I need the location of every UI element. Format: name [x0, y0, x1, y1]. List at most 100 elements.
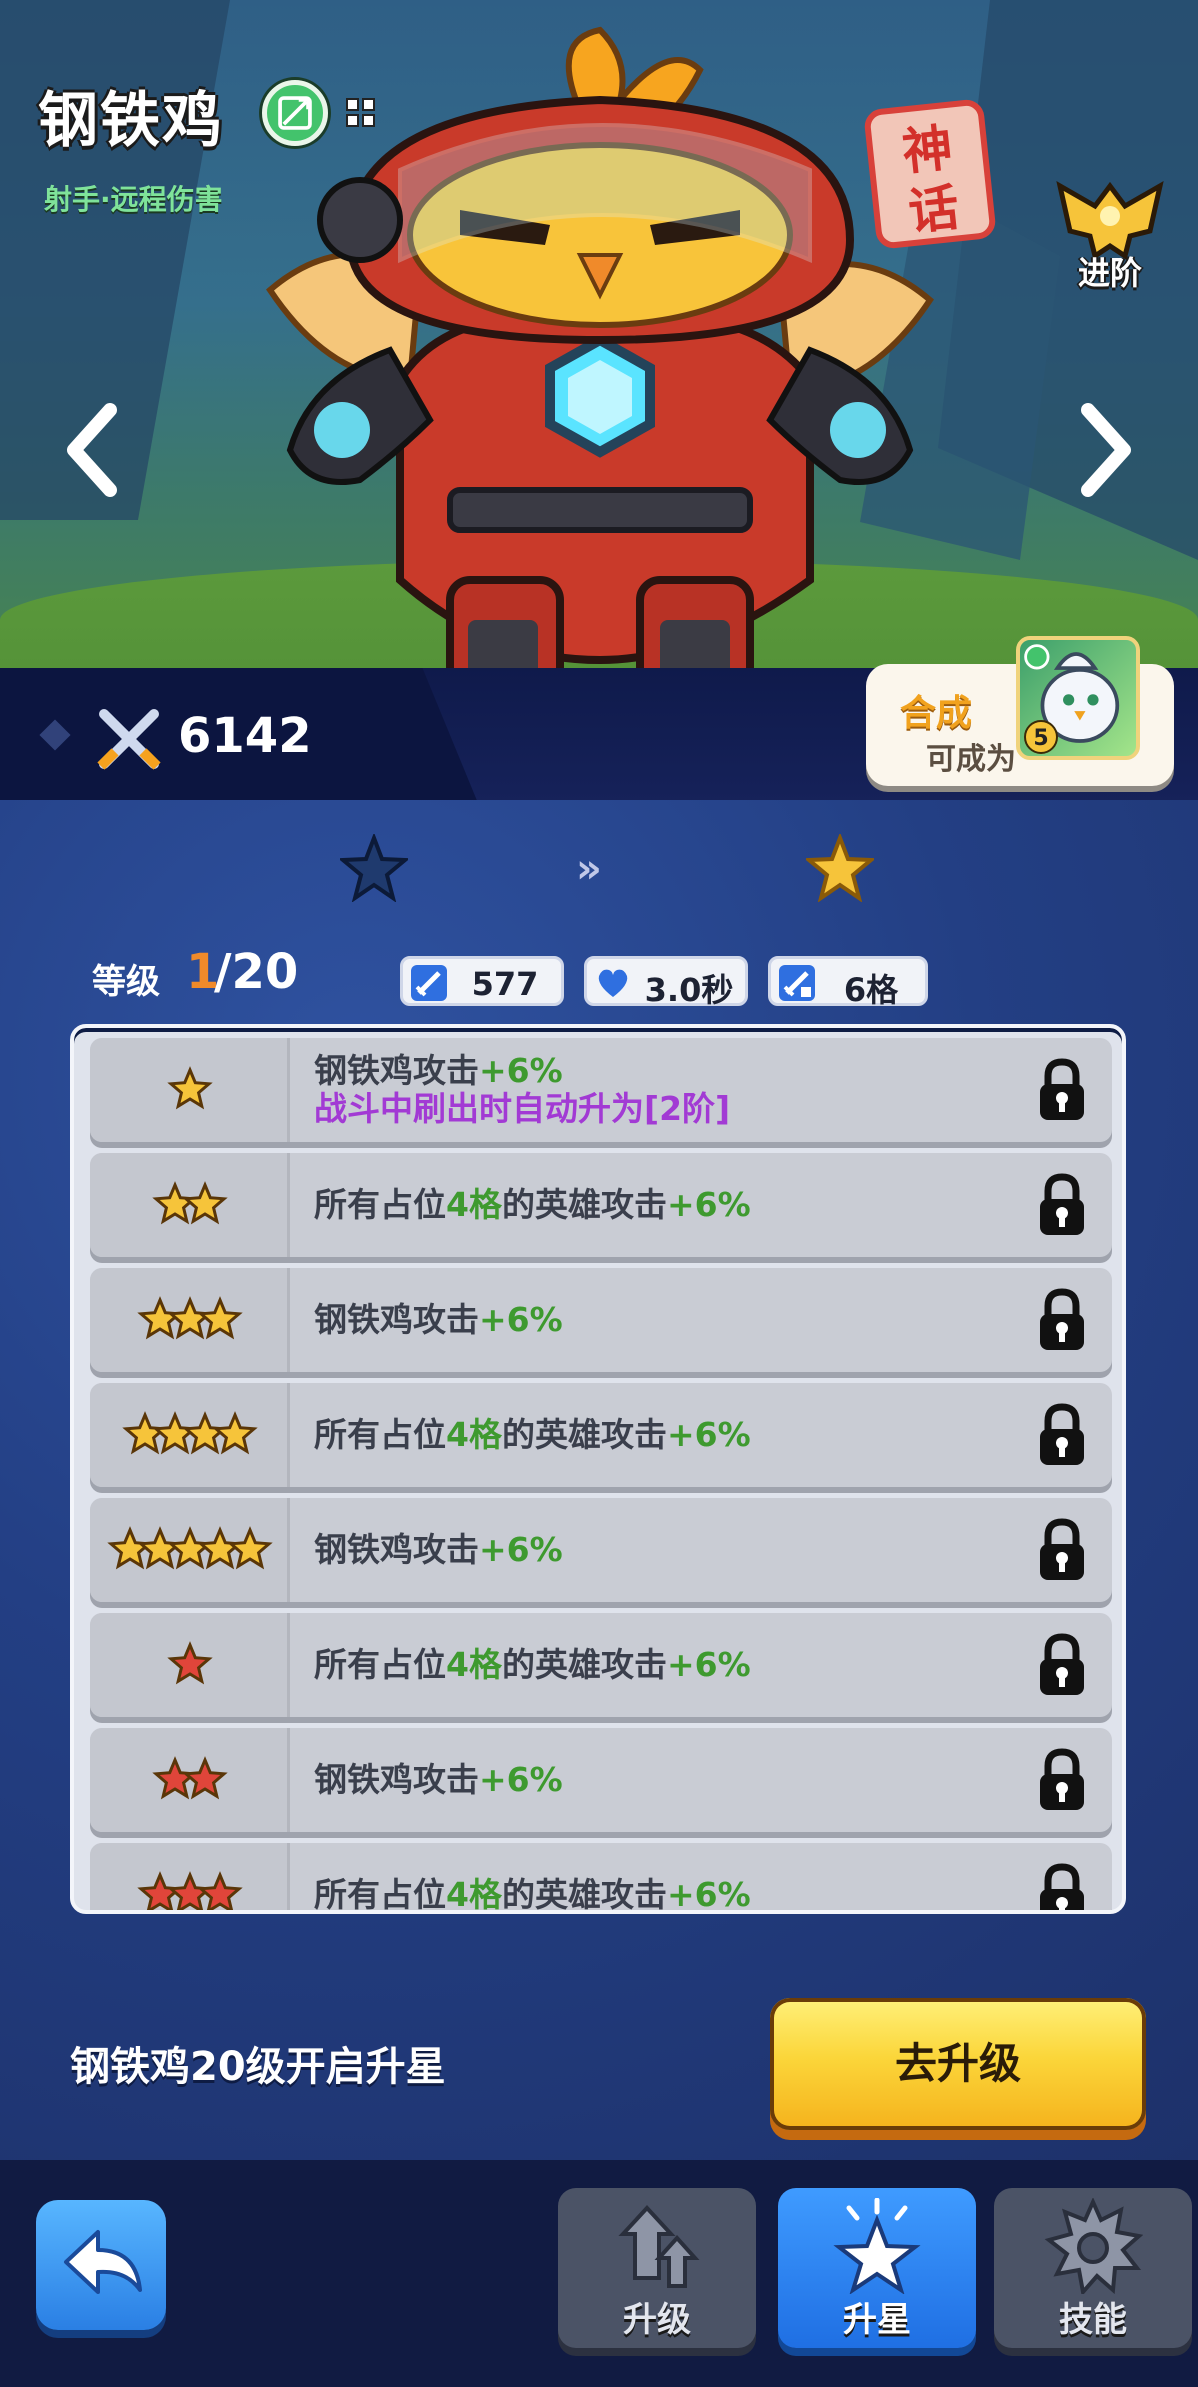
star-tier-icon — [107, 1526, 273, 1570]
level-max: /20 — [214, 944, 299, 1000]
merge-result-level: 5 — [1024, 720, 1058, 754]
tab-skills-label: 技能 — [1059, 2300, 1127, 2340]
lock-icon — [1040, 1748, 1084, 1810]
star-icon — [167, 1066, 213, 1110]
star-tier-icon — [137, 1871, 243, 1910]
star-tier-cell — [90, 1383, 290, 1487]
star-bonus-text: 钢铁鸡攻击+6% — [314, 1268, 1002, 1372]
previous-hero-arrow-icon[interactable] — [62, 400, 122, 500]
star-bonus-row: 所有占位4格的英雄攻击+6% — [90, 1613, 1112, 1717]
bonus-label: 的英雄攻击 — [501, 1645, 667, 1685]
lock-icon — [1040, 1863, 1084, 1910]
bonus-value: 4格 — [446, 1185, 502, 1225]
star-bonus-text: 钢铁鸡攻击+6% — [314, 1728, 1002, 1832]
next-hero-arrow-icon[interactable] — [1076, 400, 1136, 500]
bonus-value: +6% — [666, 1875, 751, 1914]
star-bonus-row: 钢铁鸡攻击+6% — [90, 1728, 1112, 1832]
star-tier-icon — [137, 1296, 243, 1340]
star-tier-cell — [90, 1153, 290, 1257]
attack-stat: 577 — [400, 956, 564, 1006]
star-icon — [137, 1871, 183, 1910]
rarity-char: 话 — [905, 178, 962, 242]
bonus-value: +6% — [666, 1185, 751, 1225]
bonus-value: +6% — [479, 1300, 563, 1340]
tab-upgrade[interactable]: 升级 — [558, 2188, 756, 2348]
attack-speed-value: 3.0秒 — [644, 971, 734, 1009]
merge-subtitle: 可成为 — [926, 742, 1016, 777]
attack-value: 577 — [471, 965, 539, 1003]
star-tier-cell — [90, 1268, 290, 1372]
back-button[interactable] — [36, 2200, 166, 2330]
bonus-value: +6% — [479, 1530, 563, 1570]
star-icon — [152, 1181, 198, 1225]
hero-class-label: 射手·远程伤害 — [44, 183, 223, 216]
level-label: 等级 — [92, 962, 160, 1002]
grid-sword-icon — [779, 965, 815, 1001]
hero-name: 钢铁鸡 — [38, 86, 224, 156]
star-icon — [152, 1756, 198, 1800]
star-bonus-list[interactable]: 钢铁鸡攻击+6% 战斗中刷出时自动升为[2阶] 所有占位4格的英雄攻击+6% 钢铁鸡攻… — [70, 1024, 1126, 1914]
star-icon — [107, 1526, 153, 1570]
special-bonus-text: 战斗中刷出时自动升为[2阶] — [314, 1089, 731, 1128]
bonus-value: +6% — [666, 1645, 751, 1685]
bonus-label: 所有占位 — [314, 1415, 446, 1455]
go-upgrade-button[interactable]: 去升级 — [770, 1998, 1146, 2130]
lock-icon — [1040, 1403, 1084, 1465]
gear-icon — [1044, 2198, 1143, 2294]
bonus-value: +6% — [479, 1760, 563, 1800]
bonus-label: 的英雄攻击 — [501, 1185, 667, 1225]
star-tier-icon — [152, 1756, 228, 1800]
bonus-label: 钢铁鸡攻击 — [314, 1530, 479, 1570]
star-bonus-row: 所有占位4格的英雄攻击+6% — [90, 1843, 1112, 1914]
bonus-value: 4格 — [446, 1415, 502, 1455]
upgrade-arrow-icon: » — [576, 846, 602, 892]
grid-size-icon — [346, 98, 378, 130]
star-bonus-row: 钢铁鸡攻击+6% — [90, 1268, 1112, 1372]
bonus-label: 所有占位 — [314, 1645, 446, 1685]
sword-icon — [411, 965, 447, 1001]
star-icon — [182, 1756, 228, 1800]
star-tier-icon — [122, 1411, 258, 1455]
star-bonus-text: 钢铁鸡攻击+6% — [314, 1498, 1002, 1602]
bonus-label: 的英雄攻击 — [501, 1875, 667, 1914]
next-star-icon — [806, 834, 874, 902]
lock-icon — [1040, 1173, 1084, 1235]
archer-class-icon[interactable] — [262, 80, 328, 146]
star-icon — [833, 2198, 921, 2294]
star-icon — [182, 1411, 228, 1455]
tab-upgrade-label: 升级 — [623, 2300, 691, 2340]
tab-star-up[interactable]: 升星 — [778, 2188, 976, 2348]
attack-speed-stat: 3.0秒 — [584, 956, 748, 1009]
star-icon — [212, 1411, 258, 1455]
bonus-value: +6% — [479, 1051, 563, 1091]
back-arrow-icon — [64, 2230, 142, 2294]
tab-skills[interactable]: 技能 — [994, 2188, 1192, 2348]
star-bonus-row: 钢铁鸡攻击+6% — [90, 1498, 1112, 1602]
range-stat: 6格 — [768, 956, 928, 1009]
bonus-label: 所有占位 — [314, 1185, 446, 1225]
star-bonus-row: 钢铁鸡攻击+6% 战斗中刷出时自动升为[2阶] — [90, 1038, 1112, 1142]
bonus-label: 钢铁鸡攻击 — [314, 1300, 479, 1340]
bonus-label: 钢铁鸡攻击 — [314, 1051, 479, 1091]
bonus-label: 钢铁鸡攻击 — [314, 1760, 479, 1800]
range-value: 6格 — [843, 971, 899, 1009]
star-icon — [167, 1296, 213, 1340]
star-bonus-row: 所有占位4格的英雄攻击+6% — [90, 1153, 1112, 1257]
star-bonus-text: 钢铁鸡攻击+6% 战斗中刷出时自动升为[2阶] — [314, 1038, 1002, 1142]
bonus-label: 的英雄攻击 — [501, 1415, 667, 1455]
star-tier-cell — [90, 1613, 290, 1717]
star-bonus-text: 所有占位4格的英雄攻击+6% — [314, 1153, 1002, 1257]
star-icon — [167, 1871, 213, 1910]
advance-label: 进阶 — [1077, 254, 1142, 292]
star-icon — [182, 1181, 228, 1225]
merge-result-hero-avatar[interactable]: 5 — [1016, 636, 1140, 760]
star-icon — [167, 1641, 213, 1685]
star-tier-cell — [90, 1843, 290, 1910]
bonus-value: 4格 — [446, 1875, 502, 1914]
lock-icon — [1040, 1058, 1084, 1120]
tab-star-up-label: 升星 — [843, 2300, 911, 2340]
star-icon — [137, 1296, 183, 1340]
star-icon — [152, 1411, 198, 1455]
mythic-rarity-badge: 神 话 — [863, 98, 997, 250]
star-bonus-row: 所有占位4格的英雄攻击+6% — [90, 1383, 1112, 1487]
